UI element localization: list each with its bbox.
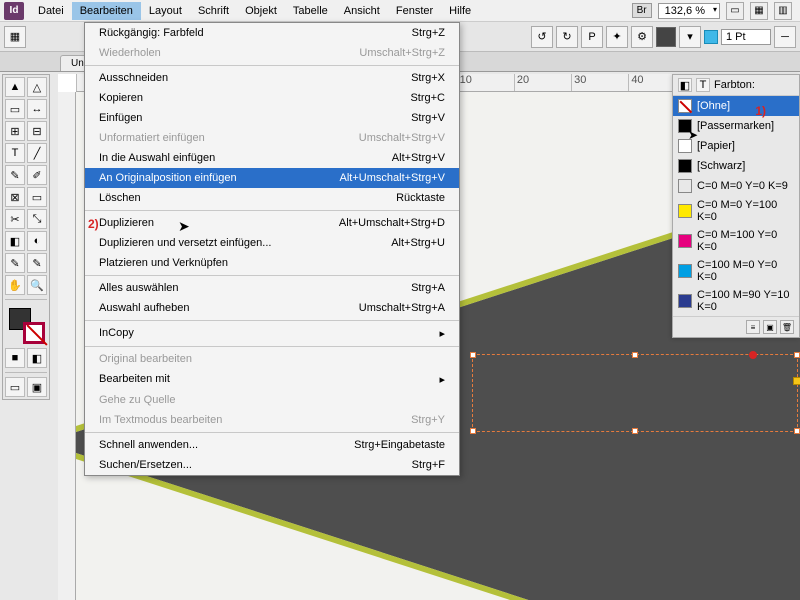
toolbox: ▲ △ ▭ ↔ ⊞ ⊟ T ╱ ✎ ✐ ⊠ ▭ ✂ ⤡ ◧ ◐ ✎ ✎ ✋ 🔍 … (2, 74, 50, 400)
swatch-item[interactable]: C=0 M=0 Y=0 K=9 (673, 176, 799, 196)
menu-bearbeiten[interactable]: Bearbeiten (72, 2, 141, 20)
pen-tool-icon[interactable]: ✎ (5, 165, 25, 185)
swatches-panel: ◧ T Farbton: [Ohne][Passermarken][Papier… (672, 74, 800, 338)
normal-view-icon[interactable]: ▭ (5, 377, 25, 397)
menu-hilfe[interactable]: Hilfe (441, 2, 479, 20)
menuitem[interactable]: AusschneidenStrg+X (85, 68, 459, 88)
menubar: Id DateiBearbeitenLayoutSchriftObjektTab… (0, 0, 800, 22)
gradient-feather-icon[interactable]: ◐ (27, 231, 47, 251)
swatches-footer: ≡ ▣ 🗑 (673, 316, 799, 337)
rotate-cw-icon[interactable]: ↻ (556, 26, 578, 48)
menu-datei[interactable]: Datei (30, 2, 72, 20)
menuitem[interactable]: Alles auswählenStrg+A (85, 278, 459, 298)
free-transform-icon[interactable]: ⤡ (27, 209, 47, 229)
arrow-down-icon[interactable]: ▾ (679, 26, 701, 48)
text-fill-icon[interactable]: T (696, 78, 710, 92)
content-placer-icon[interactable]: ⊟ (27, 121, 47, 141)
swatch-item[interactable]: [Ohne] (673, 96, 799, 116)
bridge-badge[interactable]: Br (632, 3, 652, 18)
arrange-icon[interactable]: ▥ (774, 2, 792, 20)
menuitem[interactable]: Auswahl aufhebenUmschalt+Strg+A (85, 298, 459, 318)
content-collector-icon[interactable]: ⊞ (5, 121, 25, 141)
menuitem[interactable]: Rückgängig: FarbfeldStrg+Z (85, 23, 459, 43)
swatch-item[interactable]: C=100 M=90 Y=10 K=0 (673, 286, 799, 316)
menuitem[interactable]: In die Auswahl einfügenAlt+Strg+V (85, 148, 459, 168)
swatch-item[interactable]: [Schwarz] (673, 156, 799, 176)
apply-gradient-icon[interactable]: ◧ (27, 348, 47, 368)
swatch-item[interactable]: C=100 M=0 Y=0 K=0 (673, 256, 799, 286)
zoom-level[interactable]: 132,6 % (658, 3, 720, 19)
show-list-icon[interactable]: ≡ (746, 320, 760, 334)
gradient-swatch-icon[interactable]: ◧ (5, 231, 25, 251)
menu-ansicht[interactable]: Ansicht (336, 2, 388, 20)
ruler-vertical (58, 92, 76, 600)
menuitem[interactable]: LöschenRücktaste (85, 188, 459, 208)
menu-layout[interactable]: Layout (141, 2, 190, 20)
menuitem: Im Textmodus bearbeitenStrg+Y (85, 410, 459, 430)
live-corner-widget[interactable] (793, 377, 800, 385)
stroke-weight[interactable]: 1 Pt (721, 29, 771, 45)
hand-tool-icon[interactable]: ✋ (5, 275, 25, 295)
note-tool-icon[interactable]: ✎ (5, 253, 25, 273)
fx-icon[interactable]: ✦ (606, 26, 628, 48)
menuitem[interactable]: An Originalposition einfügenAlt+Umschalt… (85, 168, 459, 188)
menuitem[interactable]: Suchen/Ersetzen...Strg+F (85, 455, 459, 475)
selection-tool-icon[interactable]: ▲ (5, 77, 25, 97)
fill-color-dark[interactable] (656, 27, 676, 47)
screen-mode-icon[interactable]: ▦ (750, 2, 768, 20)
menuitem[interactable]: DuplizierenAlt+Umschalt+Strg+D (85, 213, 459, 233)
menuitem[interactable]: EinfügenStrg+V (85, 108, 459, 128)
reference-point-indicator (749, 351, 757, 359)
p-icon[interactable]: P (581, 26, 603, 48)
fill-toggle-icon[interactable]: ◧ (678, 78, 692, 92)
reference-point-icon[interactable]: ▦ (4, 26, 26, 48)
preview-view-icon[interactable]: ▣ (27, 377, 47, 397)
rectangle-tool-icon[interactable]: ▭ (27, 187, 47, 207)
direct-selection-icon[interactable]: △ (27, 77, 47, 97)
eyedropper-tool-icon[interactable]: ✎ (27, 253, 47, 273)
gap-tool-icon[interactable]: ↔ (27, 99, 47, 119)
edit-menu-dropdown: Rückgängig: FarbfeldStrg+ZWiederholenUms… (84, 22, 460, 476)
new-swatch-icon[interactable]: ▣ (763, 320, 777, 334)
rotate-ccw-icon[interactable]: ↺ (531, 26, 553, 48)
scissors-tool-icon[interactable]: ✂ (5, 209, 25, 229)
cursor-icon: ➤ (178, 218, 190, 235)
menuitem[interactable]: Duplizieren und versetzt einfügen...Alt+… (85, 233, 459, 253)
menuitem[interactable]: Bearbeiten mit▸ (85, 369, 459, 390)
page-tool-icon[interactable]: ▭ (5, 99, 25, 119)
delete-swatch-icon[interactable]: 🗑 (780, 320, 794, 334)
view-mode-icon[interactable]: ▭ (726, 2, 744, 20)
menu-fenster[interactable]: Fenster (388, 2, 441, 20)
app-logo-indesign: Id (4, 2, 24, 20)
swatch-item[interactable]: C=0 M=100 Y=0 K=0 (673, 226, 799, 256)
cursor2-icon: ➤ (688, 128, 698, 142)
menuitem: Gehe zu Quelle (85, 390, 459, 410)
menuitem[interactable]: Schnell anwenden...Strg+Eingabetaste (85, 435, 459, 455)
menu-objekt[interactable]: Objekt (237, 2, 285, 20)
line-tool-icon[interactable]: ╱ (27, 143, 47, 163)
menuitem: Unformatiert einfügenUmschalt+Strg+V (85, 128, 459, 148)
menuitem: Original bearbeiten (85, 349, 459, 369)
stroke-style-icon[interactable]: ─ (774, 26, 796, 48)
type-tool-icon[interactable]: T (5, 143, 25, 163)
swatch-item[interactable]: C=0 M=0 Y=100 K=0 (673, 196, 799, 226)
annotation-1: 1) (755, 104, 766, 118)
menu-schrift[interactable]: Schrift (190, 2, 237, 20)
live-corner-icon[interactable] (704, 30, 718, 44)
tint-label: Farbton: (714, 79, 755, 91)
menuitem[interactable]: InCopy▸ (85, 323, 459, 344)
fill-stroke-proxy[interactable] (7, 306, 45, 344)
menuitem[interactable]: KopierenStrg+C (85, 88, 459, 108)
menuitem: WiederholenUmschalt+Strg+Z (85, 43, 459, 63)
pencil-tool-icon[interactable]: ✐ (27, 165, 47, 185)
rectangle-frame-icon[interactable]: ⊠ (5, 187, 25, 207)
apply-color-icon[interactable]: ■ (5, 348, 25, 368)
gear-icon[interactable]: ⚙ (631, 26, 653, 48)
menu-tabelle[interactable]: Tabelle (285, 2, 336, 20)
selected-frame[interactable] (472, 354, 798, 432)
menuitem[interactable]: Platzieren und Verknüpfen (85, 253, 459, 273)
annotation-2: 2) (88, 217, 99, 231)
stroke-proxy[interactable] (23, 322, 45, 344)
zoom-tool-icon[interactable]: 🔍 (27, 275, 47, 295)
